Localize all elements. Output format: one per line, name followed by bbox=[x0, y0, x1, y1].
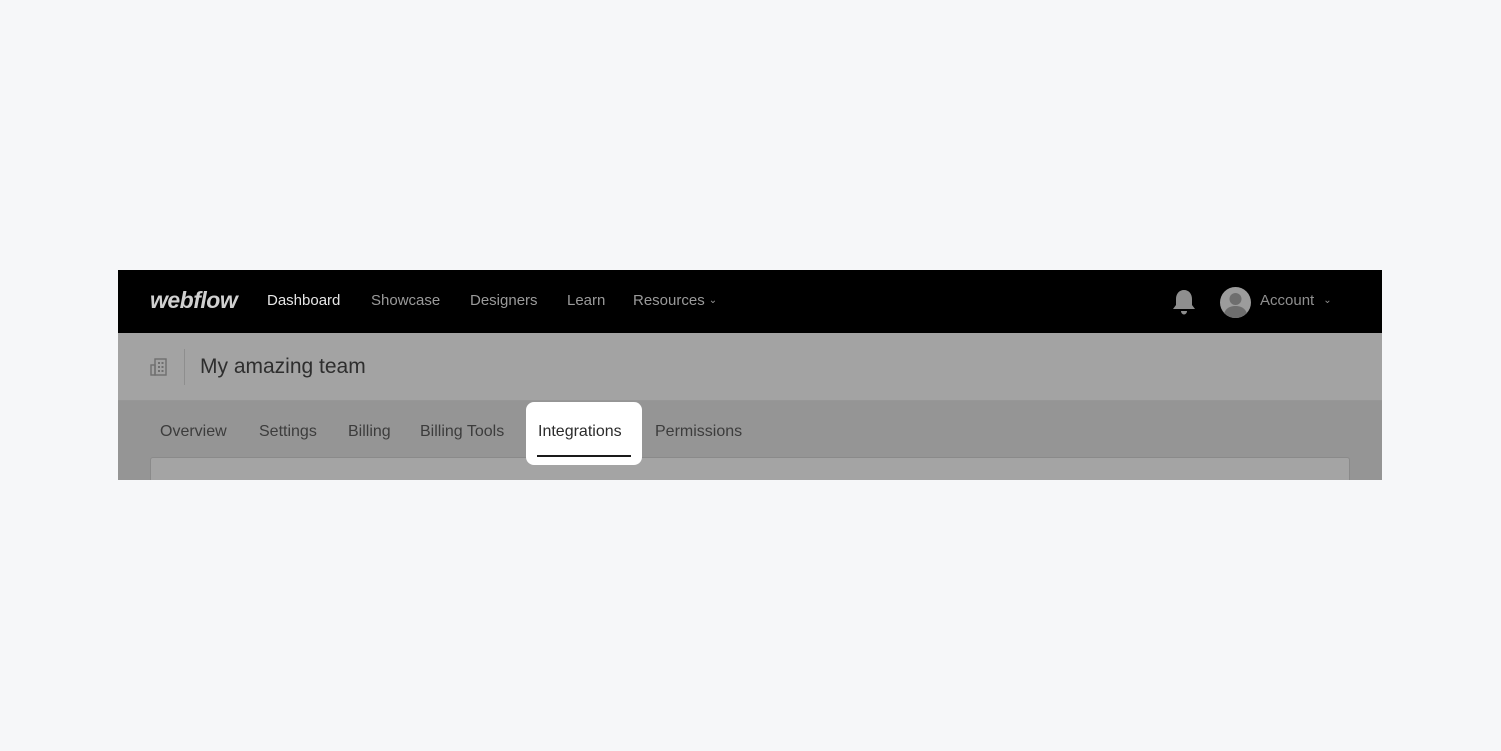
team-divider bbox=[184, 349, 185, 385]
nav-dashboard[interactable]: Dashboard bbox=[267, 291, 340, 311]
active-tab-underline bbox=[537, 455, 631, 457]
account-menu[interactable]: Account ⌄ bbox=[1260, 291, 1332, 311]
tab-billing[interactable]: Billing bbox=[348, 421, 391, 443]
chevron-down-icon: ⌄ bbox=[708, 295, 718, 306]
tab-overview[interactable]: Overview bbox=[160, 421, 227, 443]
user-avatar-icon[interactable] bbox=[1220, 287, 1251, 318]
tab-permissions[interactable]: Permissions bbox=[655, 421, 742, 443]
tab-integrations-label: Integrations bbox=[538, 423, 622, 440]
team-tabs: Overview Settings Billing Billing Tools … bbox=[118, 401, 1382, 480]
team-header: My amazing team bbox=[118, 333, 1382, 401]
chevron-down-icon: ⌄ bbox=[1323, 295, 1332, 306]
bell-icon[interactable] bbox=[1171, 288, 1197, 316]
nav-learn[interactable]: Learn bbox=[567, 291, 605, 311]
nav-showcase[interactable]: Showcase bbox=[371, 291, 440, 311]
nav-designers[interactable]: Designers bbox=[470, 291, 538, 311]
tab-settings[interactable]: Settings bbox=[259, 421, 317, 443]
app-frame: webflow Dashboard Showcase Designers Lea… bbox=[118, 270, 1382, 480]
content-card bbox=[150, 457, 1350, 480]
nav-resources-label: Resources bbox=[633, 292, 705, 309]
nav-resources[interactable]: Resources ⌄ bbox=[633, 291, 717, 311]
top-navigation: webflow Dashboard Showcase Designers Lea… bbox=[118, 270, 1382, 333]
account-label: Account bbox=[1260, 292, 1315, 309]
building-icon bbox=[150, 358, 167, 376]
team-title: My amazing team bbox=[200, 355, 366, 378]
webflow-logo[interactable]: webflow bbox=[150, 285, 238, 315]
tab-integrations[interactable]: Integrations bbox=[526, 402, 642, 465]
tab-billing-tools[interactable]: Billing Tools bbox=[420, 421, 504, 443]
